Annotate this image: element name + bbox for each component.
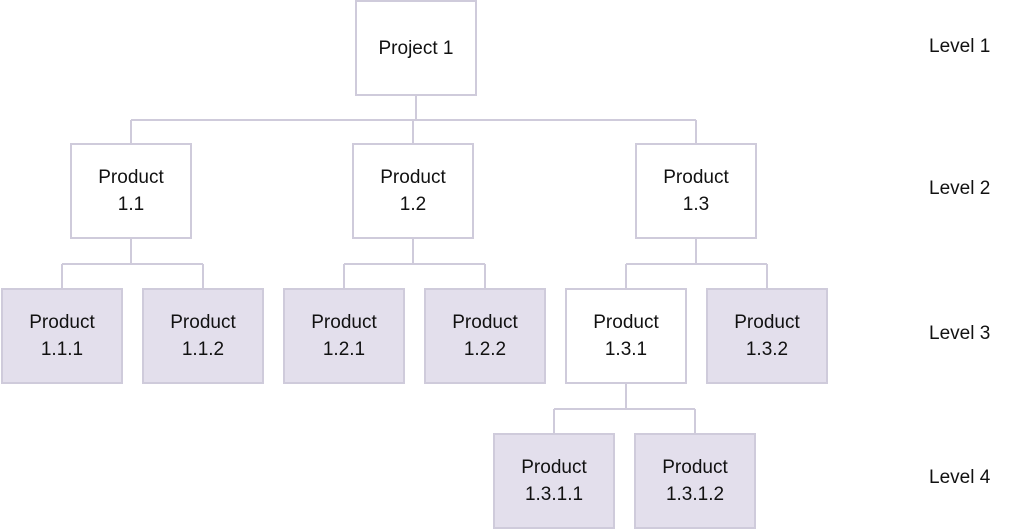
node-label-line1: Product <box>593 312 659 333</box>
node-product-1-3-1: Product 1.3.1 <box>565 288 687 384</box>
node-label-line2: 1.2.2 <box>463 339 507 360</box>
level-label-3: Level 3 <box>929 323 991 344</box>
node-label-line1: Product <box>663 167 729 188</box>
node-product-1-3: Product 1.3 <box>635 143 757 239</box>
node-label-line2: 1.3.1.2 <box>665 484 725 505</box>
node-product-1-2-1: Product 1.2.1 <box>283 288 405 384</box>
node-label-line2: 1.3.1.1 <box>524 484 584 505</box>
node-label-line1: Product <box>662 457 728 478</box>
node-label-line1: Product <box>29 312 95 333</box>
node-label-line2: 1.3 <box>682 194 710 215</box>
node-project-1: Project 1 <box>355 0 477 96</box>
level-label-4: Level 4 <box>929 467 991 488</box>
node-product-1-1-1: Product 1.1.1 <box>1 288 123 384</box>
node-product-1-3-2: Product 1.3.2 <box>706 288 828 384</box>
node-label-line2: 1.2 <box>399 194 427 215</box>
node-label-line1: Product <box>311 312 377 333</box>
node-label-line1: Product <box>98 167 164 188</box>
node-label-line2: 1.3.2 <box>745 339 789 360</box>
node-label-line2: 1.3.1 <box>604 339 648 360</box>
node-label-line2: 1.1.1 <box>40 339 84 360</box>
node-label-line2: 1.1 <box>117 194 145 215</box>
node-product-1-1-2: Product 1.1.2 <box>142 288 264 384</box>
node-product-1-1: Product 1.1 <box>70 143 192 239</box>
node-product-1-2: Product 1.2 <box>352 143 474 239</box>
node-label-line2: 1.2.1 <box>322 339 366 360</box>
node-label-line2: 1.1.2 <box>181 339 225 360</box>
level-label-2: Level 2 <box>929 178 991 199</box>
node-label-line1: Product <box>734 312 800 333</box>
node-label-line1: Product <box>380 167 446 188</box>
node-product-1-3-1-2: Product 1.3.1.2 <box>634 433 756 529</box>
node-label-line1: Project 1 <box>378 37 454 59</box>
node-label-line1: Product <box>521 457 587 478</box>
node-label-line1: Product <box>452 312 518 333</box>
level-label-1: Level 1 <box>929 36 991 57</box>
node-label-line1: Product <box>170 312 236 333</box>
node-product-1-2-2: Product 1.2.2 <box>424 288 546 384</box>
node-product-1-3-1-1: Product 1.3.1.1 <box>493 433 615 529</box>
